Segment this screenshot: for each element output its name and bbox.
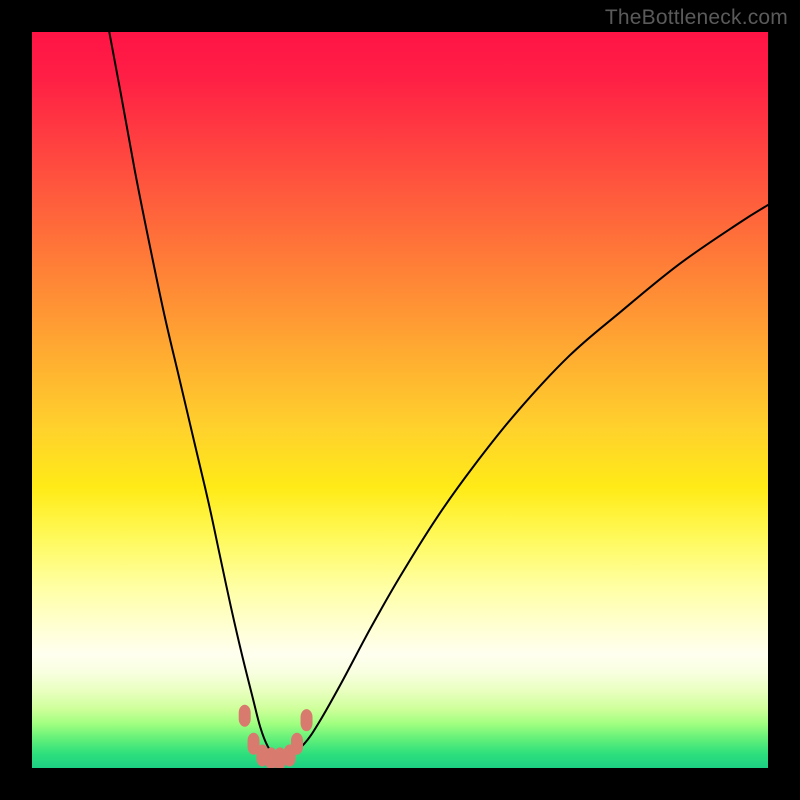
curve-marker: [239, 705, 251, 727]
chart-frame: TheBottleneck.com: [0, 0, 800, 800]
watermark-label: TheBottleneck.com: [605, 6, 788, 30]
curve-bottom-markers: [239, 705, 313, 768]
curve-marker: [301, 709, 313, 731]
bottleneck-curve: [109, 32, 768, 756]
chart-plot-area: [32, 32, 768, 768]
curve-marker: [291, 733, 303, 755]
chart-svg: [32, 32, 768, 768]
